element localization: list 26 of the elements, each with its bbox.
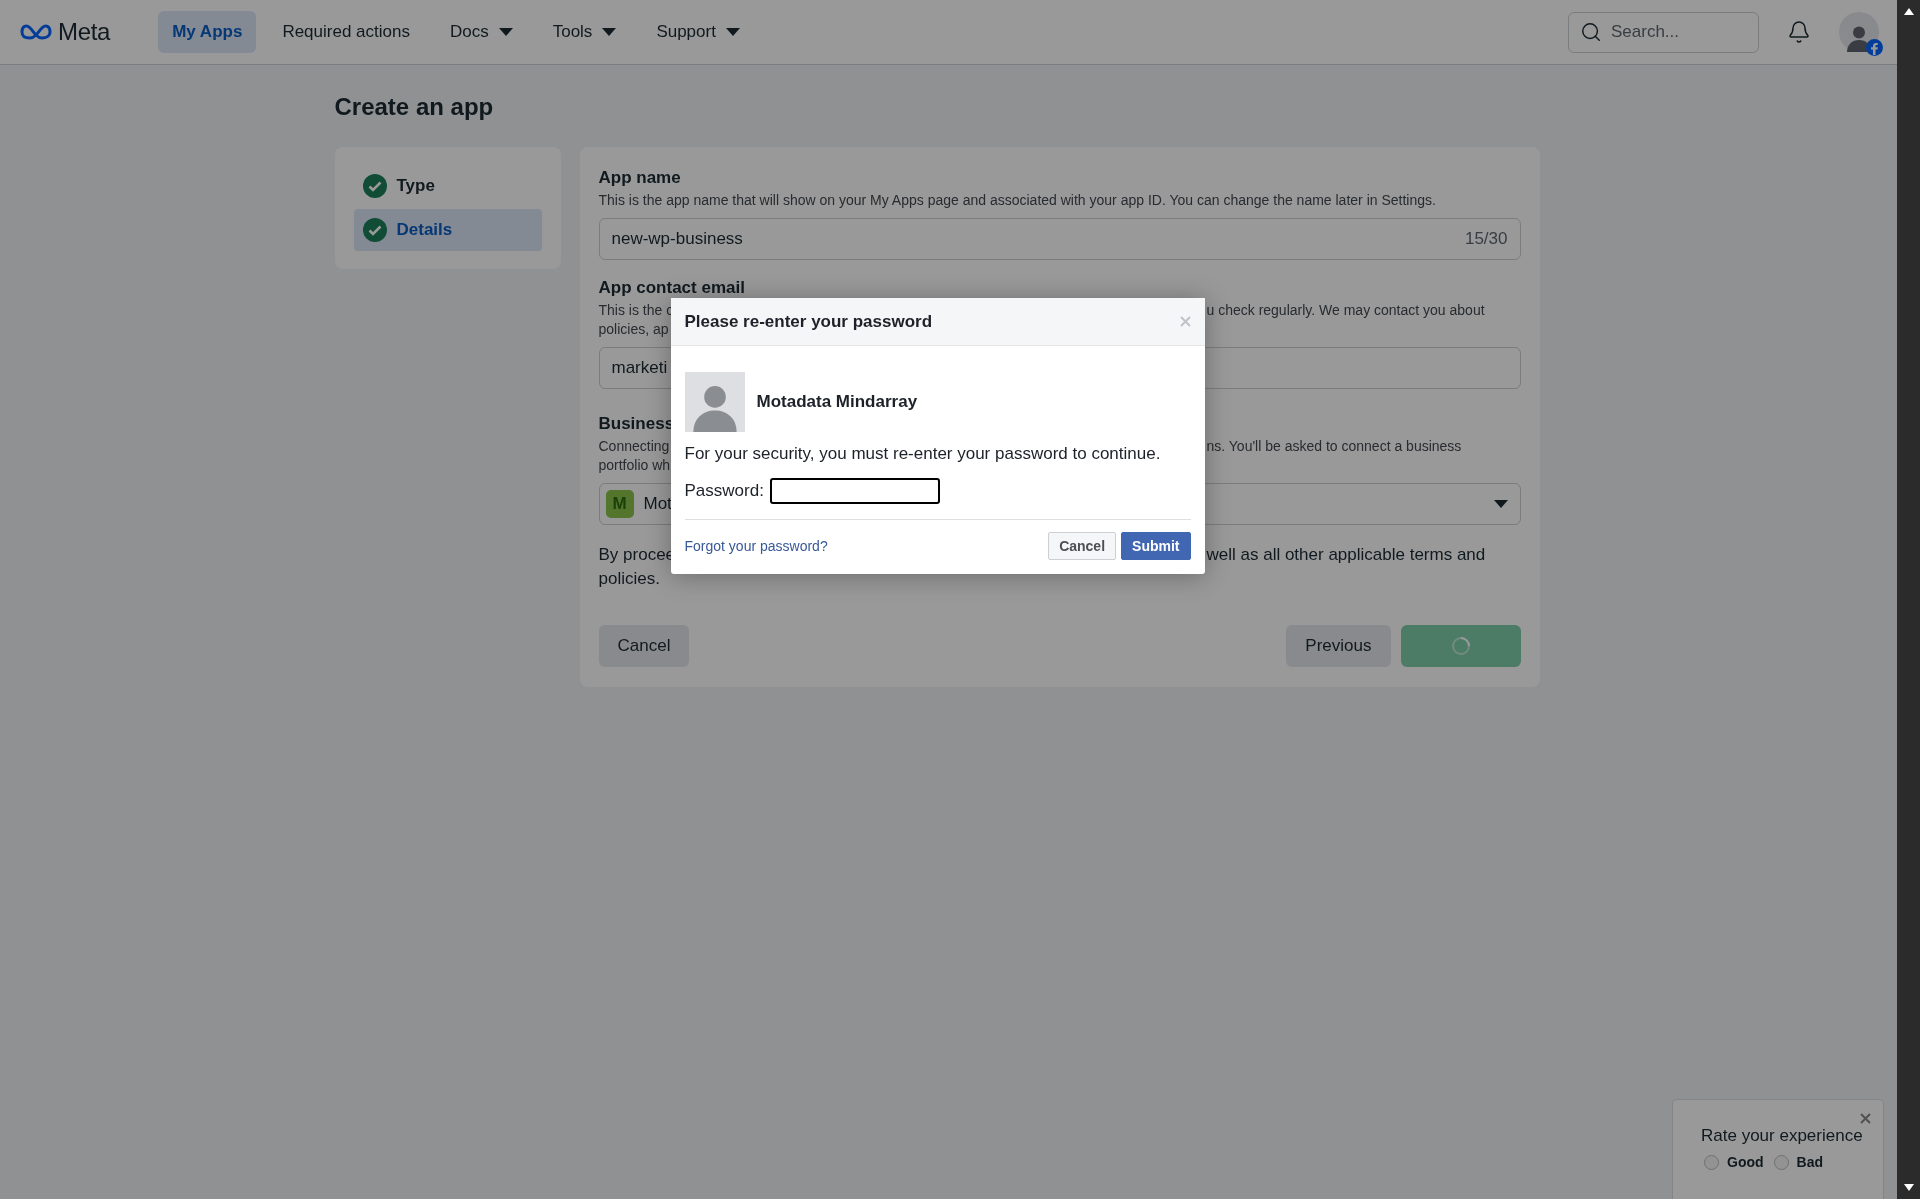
step-label: Details [396, 220, 453, 240]
text-fragment: policies, ap [598, 320, 669, 339]
field-value: Mot [643, 494, 672, 514]
field-label: App contact email [598, 277, 746, 299]
step-label: Type [396, 176, 435, 196]
field-value: new-wp-business [611, 229, 743, 249]
text-fragment: ns. You'll be asked to connect a business [1206, 437, 1462, 456]
field-label: App name [598, 167, 682, 189]
radio-label: Good [1727, 1154, 1764, 1170]
text-fragment: Connecting [598, 437, 670, 456]
field-label: Business [598, 413, 676, 435]
text-fragment: policies. [598, 568, 660, 590]
character-counter: 15/30 [1464, 229, 1508, 249]
text-fragment: portfolio wh [598, 456, 671, 475]
security-message: For your security, you must re-enter your password to continue. [684, 444, 1162, 464]
field-value: marketi [611, 358, 668, 378]
user-name: Motadata Mindarray [756, 392, 918, 412]
dialog-title: Please re-enter your password [684, 311, 933, 332]
radio-label: Bad [1796, 1154, 1823, 1170]
password-label: Password: [684, 481, 764, 501]
text-fragment: u check regularly. We may contact you about [1206, 301, 1485, 320]
page-title: Create an app [334, 93, 495, 121]
logo-text: Meta [58, 18, 111, 46]
field-description: This is the app name that will show on your My Apps page and associated with your app ID. You can change the name later in Settings. [598, 191, 1437, 210]
text-fragment: well as all other applicable terms and [1206, 544, 1486, 566]
rating-title: Rate your experience [1701, 1126, 1864, 1146]
